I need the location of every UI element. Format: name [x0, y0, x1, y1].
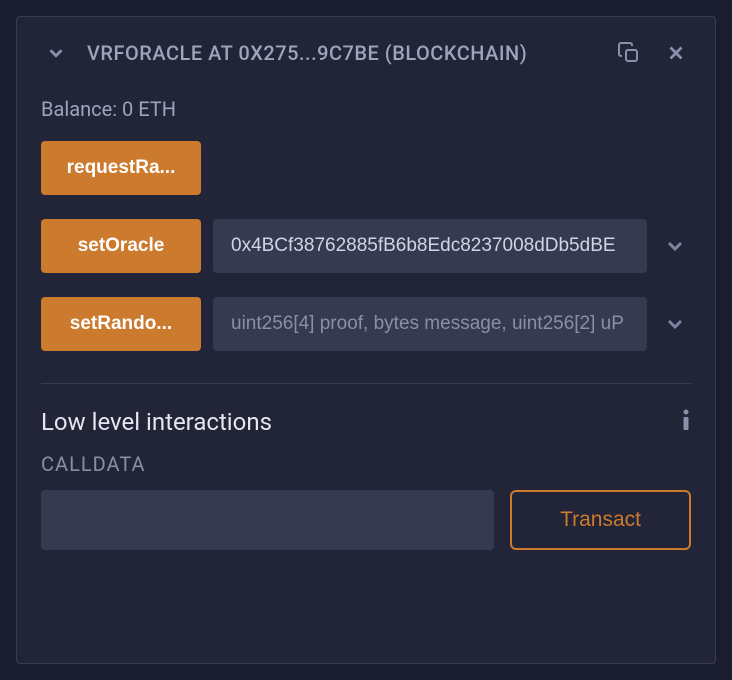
collapse-toggle[interactable]	[41, 38, 71, 68]
function-row-setrandom: setRando...	[17, 297, 715, 375]
chevron-down-icon	[663, 312, 687, 336]
function-button-setrandom[interactable]: setRando...	[41, 297, 201, 351]
function-button-requestrandom[interactable]: requestRa...	[41, 141, 201, 195]
function-input-setoracle[interactable]	[213, 219, 647, 273]
expand-setoracle[interactable]	[659, 219, 691, 273]
copy-address-button[interactable]	[613, 37, 645, 69]
low-level-header: Low level interactions	[41, 408, 691, 436]
function-input-setrandom[interactable]	[213, 297, 647, 351]
function-row-requestrandom: requestRa...	[17, 141, 715, 219]
chevron-down-icon	[663, 234, 687, 258]
function-button-setoracle[interactable]: setOracle	[41, 219, 201, 273]
low-level-title: Low level interactions	[41, 408, 272, 436]
calldata-label: CALLDATA	[41, 452, 691, 476]
expand-setrandom[interactable]	[659, 297, 691, 351]
function-row-setoracle: setOracle	[17, 219, 715, 297]
info-icon[interactable]	[681, 408, 691, 436]
copy-icon	[617, 41, 641, 65]
calldata-row: Transact	[41, 490, 691, 550]
close-icon	[665, 42, 687, 64]
transact-button[interactable]: Transact	[510, 490, 691, 550]
panel-title: VRFORACLE AT 0X275...9C7BE (BLOCKCHAIN)	[87, 41, 597, 65]
close-button[interactable]	[661, 38, 691, 68]
balance-text: Balance: 0 ETH	[17, 89, 715, 141]
low-level-section: Low level interactions CALLDATA Transact	[17, 384, 715, 550]
panel-header: VRFORACLE AT 0X275...9C7BE (BLOCKCHAIN)	[17, 17, 715, 89]
chevron-down-icon	[45, 42, 67, 64]
contract-panel: VRFORACLE AT 0X275...9C7BE (BLOCKCHAIN) …	[16, 16, 716, 664]
calldata-input[interactable]	[41, 490, 494, 550]
